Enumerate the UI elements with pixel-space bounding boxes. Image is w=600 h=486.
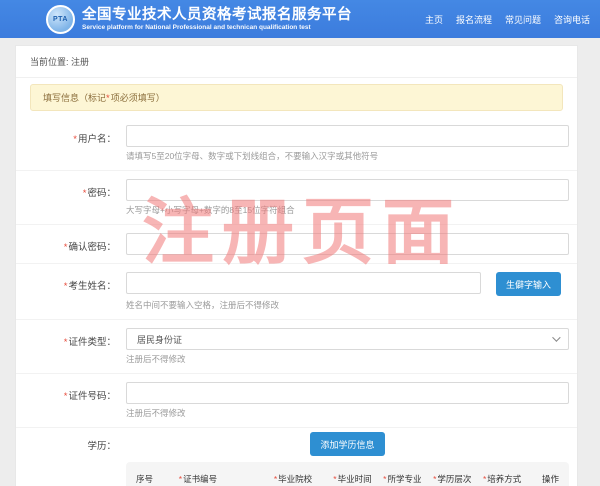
education-label: 学历： <box>16 432 116 456</box>
education-field-cell: 添加学历信息 <box>126 432 569 456</box>
required-star: * <box>83 188 87 199</box>
id-type-field-cell: 居民身份证 注册后不得修改 <box>126 328 569 365</box>
form-row-id-number: *证件号码： 注册后不得修改 <box>16 374 577 428</box>
education-table-wrap: 序号 *证书编号 *毕业院校 *毕业时间 *所学专业 *学历层次 *培养方式 操… <box>16 462 577 486</box>
candidate-name-input[interactable] <box>126 272 481 294</box>
form-row-candidate-name: *考生姓名： 生僻字输入 姓名中间不要输入空格，注册后不得修改 <box>16 264 577 320</box>
col-training-mode: *培养方式 <box>483 473 533 485</box>
content-card: 当前位置: 注册 填写信息（标记*项必须填写） *用户名： 请填写5至20位字母… <box>15 45 578 486</box>
id-number-hint: 注册后不得修改 <box>126 408 569 419</box>
required-star: * <box>383 474 386 484</box>
nav-registration-process[interactable]: 报名流程 <box>456 13 492 26</box>
password-label-text: 密码： <box>87 188 116 199</box>
col-training-mode-text: 培养方式 <box>487 474 521 484</box>
password-input[interactable] <box>126 179 569 201</box>
col-operation: 操作 <box>533 473 559 485</box>
username-label-text: 用户名： <box>78 134 116 145</box>
confirm-password-field-cell <box>126 233 569 255</box>
page: PTA 全国专业技术人员资格考试报名服务平台 Service platform … <box>0 0 600 486</box>
col-graduation-time-text: 毕业时间 <box>338 474 372 484</box>
username-hint: 请填写5至20位字母、数字或下划线组合，不要输入汉字或其他符号 <box>126 151 569 162</box>
candidate-name-label: *考生姓名： <box>16 272 116 311</box>
col-graduation-school-text: 毕业院校 <box>278 474 312 484</box>
col-education-level: *学历层次 <box>433 473 483 485</box>
id-type-label-text: 证件类型： <box>68 337 116 348</box>
nav-faq[interactable]: 常见问题 <box>505 13 541 26</box>
col-graduation-school: *毕业院校 <box>274 473 333 485</box>
confirm-password-label: *确认密码： <box>16 233 116 255</box>
notice-text-post: 项必须填写） <box>111 93 165 103</box>
title-block: 全国专业技术人员资格考试报名服务平台 Service platform for … <box>82 7 352 31</box>
form-row-username: *用户名： 请填写5至20位字母、数字或下划线组合，不要输入汉字或其他符号 <box>16 117 577 171</box>
nav-consult-phone[interactable]: 咨询电话 <box>554 13 590 26</box>
nav-home[interactable]: 主页 <box>425 13 443 26</box>
id-number-label: *证件号码： <box>16 382 116 419</box>
chevron-down-icon <box>552 333 560 341</box>
col-operation-text: 操作 <box>542 474 559 484</box>
required-star: * <box>483 474 486 484</box>
candidate-name-hint: 姓名中间不要输入空格，注册后不得修改 <box>126 300 569 311</box>
breadcrumb: 当前位置: 注册 <box>16 46 577 78</box>
required-star: * <box>64 391 68 402</box>
pta-logo-icon: PTA <box>46 5 75 34</box>
id-number-input[interactable] <box>126 382 569 404</box>
form-row-password: *密码： 大写字母+小写字母+数字的8至15位字符组合 <box>16 171 577 225</box>
id-type-label: *证件类型： <box>16 328 116 365</box>
col-certificate-number: *证书编号 <box>179 473 274 485</box>
top-nav: 主页 报名流程 常见问题 咨询电话 <box>425 13 590 26</box>
confirm-password-input[interactable] <box>126 233 569 255</box>
required-star: * <box>64 242 68 253</box>
password-field-cell: 大写字母+小写字母+数字的8至15位字符组合 <box>126 179 569 216</box>
required-star: * <box>333 474 336 484</box>
id-number-label-text: 证件号码： <box>68 391 116 402</box>
form-row-confirm-password: *确认密码： <box>16 225 577 264</box>
candidate-name-line: 生僻字输入 <box>126 272 569 296</box>
notice-text-pre: 填写信息（标记 <box>43 93 106 103</box>
col-major: *所学专业 <box>383 473 433 485</box>
form-row-education: 学历： 添加学历信息 <box>16 428 577 462</box>
form-row-id-type: *证件类型： 居民身份证 注册后不得修改 <box>16 320 577 374</box>
education-table-header: 序号 *证书编号 *毕业院校 *毕业时间 *所学专业 *学历层次 *培养方式 操… <box>126 462 569 486</box>
rare-character-input-button[interactable]: 生僻字输入 <box>496 272 561 296</box>
required-star: * <box>274 474 277 484</box>
required-star: * <box>179 474 182 484</box>
id-type-select[interactable]: 居民身份证 <box>126 328 569 350</box>
col-certificate-number-text: 证书编号 <box>183 474 217 484</box>
required-star: * <box>64 281 68 292</box>
registration-form: *用户名： 请填写5至20位字母、数字或下划线组合，不要输入汉字或其他符号 *密… <box>16 115 577 486</box>
password-hint: 大写字母+小写字母+数字的8至15位字符组合 <box>126 205 569 216</box>
col-education-level-text: 学历层次 <box>437 474 471 484</box>
id-type-hint: 注册后不得修改 <box>126 354 569 365</box>
confirm-password-label-text: 确认密码： <box>68 242 116 253</box>
id-number-field-cell: 注册后不得修改 <box>126 382 569 419</box>
username-label: *用户名： <box>16 125 116 162</box>
username-field-cell: 请填写5至20位字母、数字或下划线组合，不要输入汉字或其他符号 <box>126 125 569 162</box>
col-graduation-time: *毕业时间 <box>333 473 383 485</box>
password-label: *密码： <box>16 179 116 216</box>
candidate-name-field-cell: 生僻字输入 姓名中间不要输入空格，注册后不得修改 <box>126 272 569 311</box>
required-star: * <box>73 134 77 145</box>
required-star: * <box>64 337 68 348</box>
required-star: * <box>433 474 436 484</box>
col-major-text: 所学专业 <box>387 474 421 484</box>
header-bar: PTA 全国专业技术人员资格考试报名服务平台 Service platform … <box>0 0 600 38</box>
site-title: 全国专业技术人员资格考试报名服务平台 <box>82 7 352 24</box>
candidate-name-label-text: 考生姓名： <box>68 281 116 292</box>
id-type-selected-value: 居民身份证 <box>137 333 182 346</box>
add-education-button[interactable]: 添加学历信息 <box>310 432 384 456</box>
logo-text: PTA <box>53 16 68 23</box>
col-index: 序号 <box>136 473 179 485</box>
site-subtitle: Service platform for National Profession… <box>82 24 352 31</box>
username-input[interactable] <box>126 125 569 147</box>
col-index-text: 序号 <box>136 474 153 484</box>
notice-banner: 填写信息（标记*项必须填写） <box>30 84 563 111</box>
required-star: * <box>106 93 110 104</box>
